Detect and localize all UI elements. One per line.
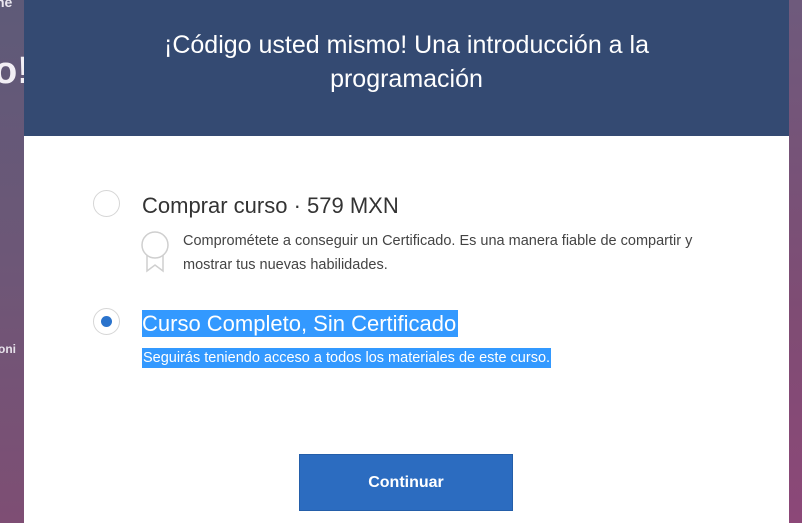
background-text-fragment: ne [0,0,13,10]
background-page-left: ne o! oni [0,0,24,523]
modal-header: ¡Código usted mismo! Una introducción a … [24,0,789,136]
purchase-course-label[interactable]: Comprar curso · 579 MXN [142,193,399,219]
ribbon-icon [140,229,172,273]
modal-title: ¡Código usted mismo! Una introducción a … [164,31,649,93]
enrollment-modal: ¡Código usted mismo! Una introducción a … [24,0,789,523]
background-text-fragment: oni [0,342,16,356]
audit-course-description-wrap: Seguirás teniendo acceso a todos los mat… [142,346,742,370]
purchase-course-description: Comprométete a conseguir un Certificado.… [183,233,693,273]
continue-button[interactable]: Continuar [299,454,513,511]
purchase-course-radio[interactable] [93,190,120,217]
audit-course-label[interactable]: Curso Completo, Sin Certificado [142,310,459,337]
audit-course-radio[interactable] [93,308,120,335]
audit-course-label-text: Curso Completo, Sin Certificado [142,310,459,337]
audit-course-description: Seguirás teniendo acceso a todos los mat… [142,348,552,368]
background-heading-fragment: o! [0,50,24,92]
background-page-right [789,0,802,523]
